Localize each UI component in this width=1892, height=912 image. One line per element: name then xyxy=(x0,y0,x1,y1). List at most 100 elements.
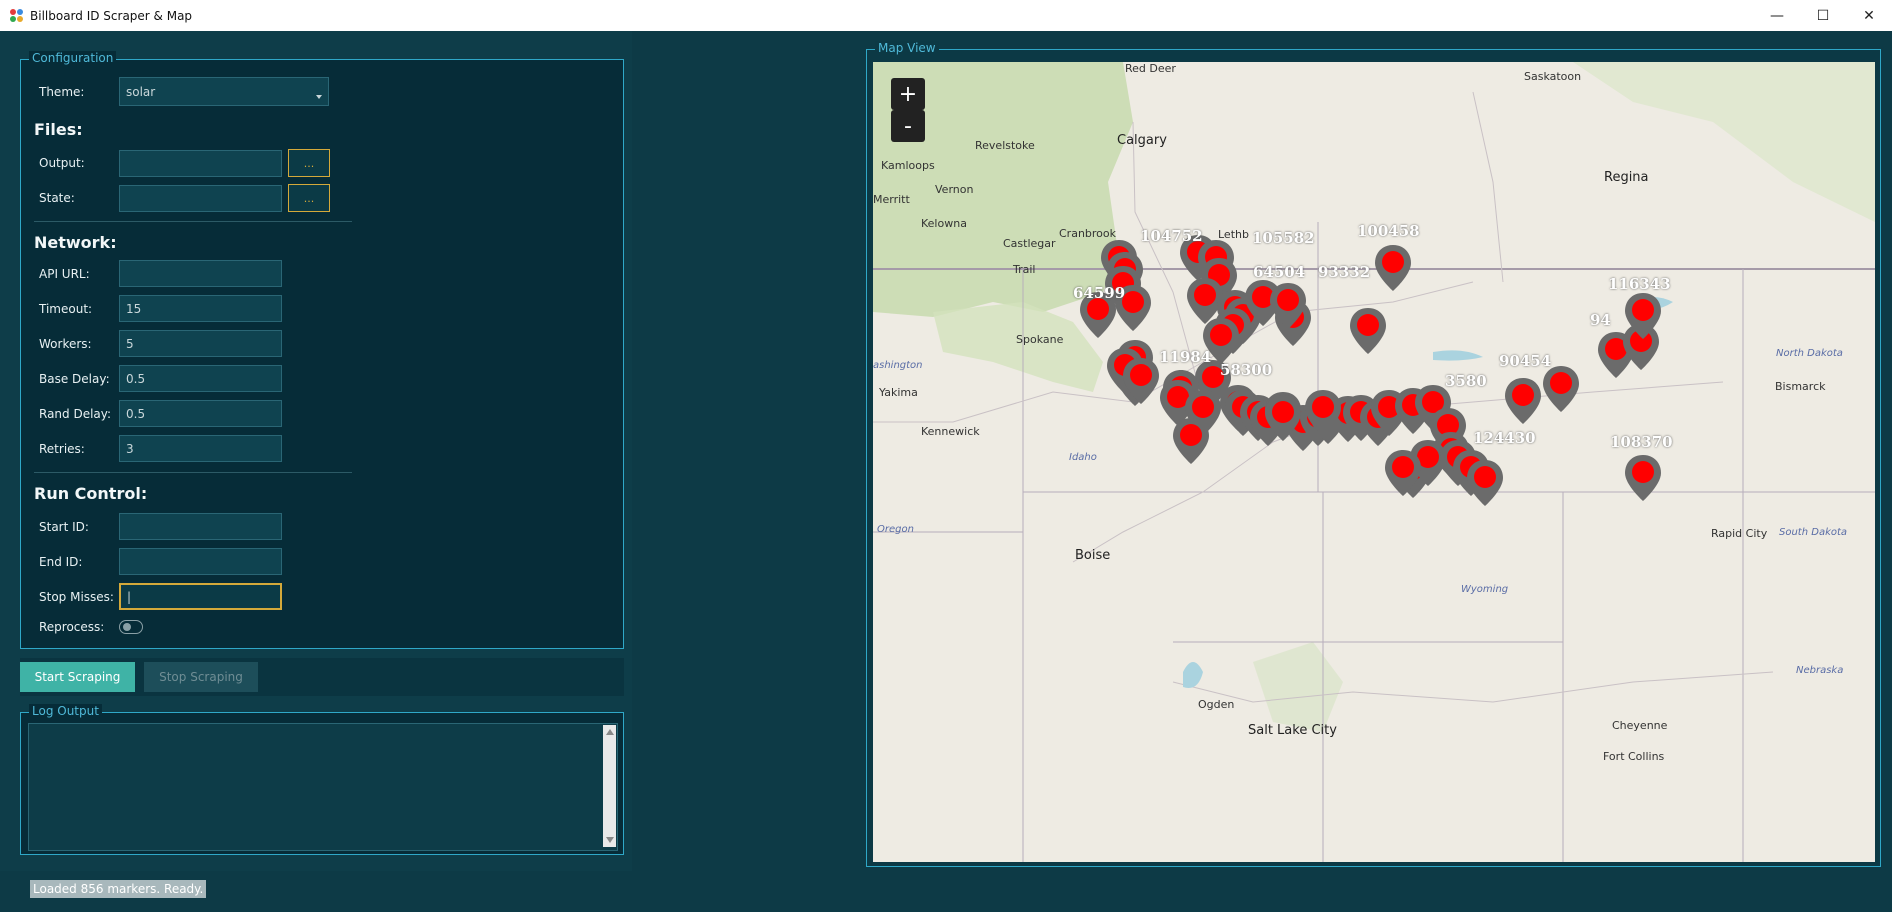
zoom-out-button[interactable]: - xyxy=(891,110,925,142)
map-marker-pin[interactable] xyxy=(1268,281,1308,331)
city-label: Cheyenne xyxy=(1612,719,1668,732)
theme-value: solar xyxy=(126,84,156,99)
city-label: Calgary xyxy=(1117,133,1167,148)
city-label: Merritt xyxy=(873,193,910,206)
retries-label: Retries: xyxy=(39,441,85,456)
city-label: Kamloops xyxy=(881,159,935,172)
end-id-row: End ID: xyxy=(39,548,282,575)
city-label: Saskatoon xyxy=(1524,70,1582,83)
map-view-group: Map View + - Red Deer Saskatoon Calgary … xyxy=(866,41,1881,867)
stop-misses-field[interactable]: | xyxy=(119,583,282,610)
workers-field[interactable]: 5 xyxy=(119,330,282,357)
output-browse-button[interactable]: ... xyxy=(288,149,330,177)
output-label: Output: xyxy=(39,156,85,170)
state-field[interactable] xyxy=(119,184,282,212)
rand-delay-field[interactable]: 0.5 xyxy=(119,400,282,427)
theme-label: Theme: xyxy=(39,84,85,99)
scroll-down-icon[interactable] xyxy=(606,837,614,843)
close-button[interactable]: ✕ xyxy=(1846,0,1892,31)
city-label: Boise xyxy=(1075,548,1111,563)
map-marker-pin[interactable] xyxy=(1263,393,1303,443)
marker-label: 105582 xyxy=(1252,229,1315,247)
timeout-field[interactable]: 15 xyxy=(119,295,282,322)
divider xyxy=(34,472,352,473)
maximize-button[interactable]: ☐ xyxy=(1800,0,1846,31)
state-row: State: ... xyxy=(39,184,330,212)
marker-label: 124430 xyxy=(1473,429,1536,447)
start-scraping-button[interactable]: Start Scraping xyxy=(20,662,135,692)
reprocess-toggle[interactable] xyxy=(119,620,143,634)
map-marker-pin[interactable] xyxy=(1541,364,1581,414)
retries-field[interactable]: 3 xyxy=(119,435,282,462)
marker-label: 58300 xyxy=(1220,361,1273,379)
city-label: Castlegar xyxy=(1003,237,1056,250)
scroll-up-icon[interactable] xyxy=(606,729,614,735)
left-panel: Configuration Theme: solar Files: Output… xyxy=(0,31,632,871)
map-marker-pin[interactable] xyxy=(1383,448,1423,498)
map-background xyxy=(873,62,1875,862)
start-id-row: Start ID: xyxy=(39,513,282,540)
run-control-heading: Run Control: xyxy=(34,484,148,503)
marker-label: 64504 xyxy=(1253,263,1306,281)
zoom-in-button[interactable]: + xyxy=(891,78,925,110)
button-bar: Start Scraping Stop Scraping xyxy=(20,658,624,696)
city-label: Vernon xyxy=(935,183,974,196)
retries-row: Retries: 3 xyxy=(39,435,282,462)
reprocess-label: Reprocess: xyxy=(39,620,105,634)
map-marker-pin[interactable] xyxy=(1373,243,1413,293)
marker-label: 116343 xyxy=(1608,275,1671,293)
log-output-group: Log Output xyxy=(20,704,624,855)
start-id-field[interactable] xyxy=(119,513,282,540)
city-label: Kelowna xyxy=(921,217,967,230)
region-label: Oregon xyxy=(877,524,914,535)
map-canvas[interactable]: + - Red Deer Saskatoon Calgary Revelstok… xyxy=(873,62,1875,862)
city-label: Rapid City xyxy=(1711,527,1768,540)
marker-label: 100458 xyxy=(1357,222,1420,240)
output-field[interactable] xyxy=(119,149,282,177)
workers-label: Workers: xyxy=(39,336,92,351)
api-url-row: API URL: xyxy=(39,260,282,287)
city-label: Salt Lake City xyxy=(1248,723,1337,738)
map-marker-pin[interactable] xyxy=(1623,453,1663,503)
end-id-label: End ID: xyxy=(39,554,83,569)
map-marker-pin[interactable] xyxy=(1121,356,1161,406)
log-scrollbar[interactable] xyxy=(603,725,616,847)
map-marker-pin[interactable] xyxy=(1623,291,1663,341)
map-marker-pin[interactable] xyxy=(1348,306,1388,356)
region-label: North Dakota xyxy=(1776,348,1843,359)
theme-select[interactable]: solar xyxy=(119,77,329,106)
city-label: Regina xyxy=(1604,170,1649,185)
map-marker-pin[interactable] xyxy=(1303,388,1343,438)
log-output-textarea[interactable] xyxy=(28,723,618,851)
region-label: Wyoming xyxy=(1461,584,1509,595)
marker-label: 11984 xyxy=(1159,348,1212,366)
minimize-button[interactable]: — xyxy=(1754,0,1800,31)
reprocess-row: Reprocess: xyxy=(39,620,143,634)
region-label: South Dakota xyxy=(1779,527,1848,538)
configuration-legend: Configuration xyxy=(29,51,117,65)
map-marker-pin[interactable] xyxy=(1503,376,1543,426)
network-heading: Network: xyxy=(34,233,117,252)
end-id-field[interactable] xyxy=(119,548,282,575)
base-delay-field[interactable]: 0.5 xyxy=(119,365,282,392)
city-label: Trail xyxy=(1013,263,1036,276)
rand-delay-label: Rand Delay: xyxy=(39,406,112,421)
map-marker-pin[interactable] xyxy=(1171,416,1211,466)
api-url-label: API URL: xyxy=(39,266,90,281)
city-label: Red Deer xyxy=(1125,62,1176,75)
status-bar: Loaded 856 markers. Ready. xyxy=(30,880,207,898)
region-label: Idaho xyxy=(1069,452,1097,463)
title-bar: Billboard ID Scraper & Map — ☐ ✕ xyxy=(0,0,1892,31)
timeout-row: Timeout: 15 xyxy=(39,295,282,322)
divider xyxy=(34,221,352,222)
state-browse-button[interactable]: ... xyxy=(288,184,330,212)
stop-misses-row: Stop Misses: | xyxy=(39,583,282,610)
stop-scraping-button[interactable]: Stop Scraping xyxy=(144,662,258,692)
region-label: ashington xyxy=(873,360,923,371)
marker-label: 64599 xyxy=(1073,284,1126,302)
api-url-field[interactable] xyxy=(119,260,282,287)
map-marker-pin[interactable] xyxy=(1465,458,1505,508)
window-title: Billboard ID Scraper & Map xyxy=(30,8,193,23)
region-label: Nebraska xyxy=(1796,665,1844,676)
rand-delay-row: Rand Delay: 0.5 xyxy=(39,400,282,427)
